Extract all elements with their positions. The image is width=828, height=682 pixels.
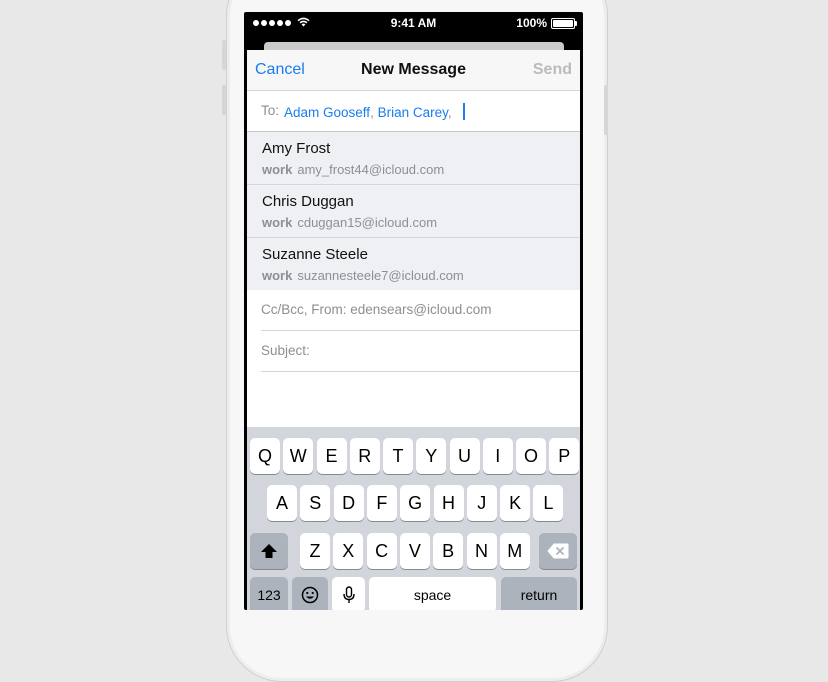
key-c[interactable]: C xyxy=(366,533,397,569)
shift-key[interactable] xyxy=(250,533,288,569)
key-a[interactable]: A xyxy=(267,485,297,521)
suggestion-detail: work cduggan15@icloud.com xyxy=(262,215,437,230)
suggestion-type: work xyxy=(262,268,293,283)
suggestion-email: cduggan15@icloud.com xyxy=(297,215,438,230)
suggestion-item[interactable]: Suzanne Steele work suzannesteele7@icloud… xyxy=(247,238,580,290)
recipient-separator: , xyxy=(370,105,374,120)
suggestion-name: Suzanne Steele xyxy=(262,246,368,263)
return-key[interactable]: return xyxy=(501,577,577,610)
key-h[interactable]: H xyxy=(433,485,464,521)
key-f[interactable]: F xyxy=(366,485,397,521)
suggestion-name: Chris Duggan xyxy=(262,193,354,210)
key-t[interactable]: T xyxy=(383,438,413,474)
send-button[interactable]: Send xyxy=(533,61,572,79)
key-k[interactable]: K xyxy=(500,485,531,521)
emoji-icon xyxy=(301,586,319,604)
page-title: New Message xyxy=(361,61,466,78)
status-bar: 9:41 AM 100% xyxy=(244,12,583,34)
emoji-key[interactable] xyxy=(292,577,328,610)
battery-icon xyxy=(551,17,577,29)
power-button xyxy=(604,85,608,135)
phone-screen: 9:41 AM 100% Cancel New Message Send To:… xyxy=(244,12,583,610)
recipient-separator: , xyxy=(447,105,452,120)
suggestion-detail: work suzannesteele7@icloud.com xyxy=(262,268,464,283)
volume-up-button xyxy=(222,40,226,70)
key-o[interactable]: O xyxy=(516,438,546,474)
battery-fill xyxy=(553,19,573,27)
volume-down-button xyxy=(222,85,226,115)
key-y[interactable]: Y xyxy=(416,438,447,474)
key-r[interactable]: R xyxy=(349,438,380,474)
key-s[interactable]: S xyxy=(300,485,331,521)
key-g[interactable]: G xyxy=(400,485,431,521)
navigation-bar: Cancel New Message Send xyxy=(247,50,580,91)
key-e[interactable]: E xyxy=(316,438,347,474)
suggestion-item[interactable]: Chris Duggan work cduggan15@icloud.com xyxy=(247,185,580,238)
compose-sheet: Cancel New Message Send To: Adam Gooseff… xyxy=(247,50,580,610)
key-q[interactable]: Q xyxy=(250,438,280,474)
battery-tip xyxy=(575,20,577,26)
keyboard: QWERTYUIOP ASDFGHJKL ZXCVBNM 123 space r… xyxy=(247,427,580,610)
suggestion-name: Amy Frost xyxy=(262,140,331,157)
key-j[interactable]: J xyxy=(466,485,497,521)
key-u[interactable]: U xyxy=(449,438,480,474)
battery-percent: 100% xyxy=(516,16,547,30)
key-x[interactable]: X xyxy=(333,533,364,569)
recipient-token[interactable]: Brian Carey xyxy=(378,105,448,120)
to-field[interactable]: To: Adam Gooseff, Brian Carey, xyxy=(247,91,580,132)
message-body[interactable] xyxy=(247,373,580,427)
key-n[interactable]: N xyxy=(466,533,497,569)
suggestion-item[interactable]: Amy Frost work amy_frost44@icloud.com xyxy=(247,132,580,185)
subject-label: Subject: xyxy=(261,343,310,358)
suggestion-type: work xyxy=(262,215,293,230)
key-l[interactable]: L xyxy=(533,485,564,521)
contact-suggestions-list: Amy Frost work amy_frost44@icloud.com Chr… xyxy=(247,132,580,290)
cc-bcc-from-label: Cc/Bcc, From: edensears@icloud.com xyxy=(261,302,492,317)
key-b[interactable]: B xyxy=(433,533,464,569)
to-recipients[interactable]: Adam Gooseff, Brian Carey, xyxy=(284,103,466,120)
recipient-token[interactable]: Adam Gooseff xyxy=(284,105,370,120)
suggestion-type: work xyxy=(262,162,293,177)
dictation-key[interactable] xyxy=(332,577,365,610)
space-key[interactable]: space xyxy=(369,577,496,610)
key-v[interactable]: V xyxy=(399,533,430,569)
delete-key[interactable] xyxy=(539,533,577,569)
key-p[interactable]: P xyxy=(549,438,580,474)
key-i[interactable]: I xyxy=(482,438,513,474)
key-z[interactable]: Z xyxy=(300,533,330,569)
suggestion-email: suzannesteele7@icloud.com xyxy=(297,268,464,283)
cc-bcc-from-field[interactable]: Cc/Bcc, From: edensears@icloud.com xyxy=(261,290,580,331)
suggestion-detail: work amy_frost44@icloud.com xyxy=(262,162,444,177)
key-w[interactable]: W xyxy=(283,438,314,474)
backspace-icon xyxy=(547,543,569,559)
shift-arrow-icon xyxy=(260,543,278,559)
key-d[interactable]: D xyxy=(333,485,364,521)
numbers-key[interactable]: 123 xyxy=(250,577,288,610)
key-m[interactable]: M xyxy=(499,533,530,569)
suggestion-email: amy_frost44@icloud.com xyxy=(297,162,445,177)
text-cursor xyxy=(463,103,466,120)
microphone-icon xyxy=(342,586,355,604)
to-label: To: xyxy=(261,103,280,118)
subject-field[interactable]: Subject: xyxy=(261,331,580,372)
